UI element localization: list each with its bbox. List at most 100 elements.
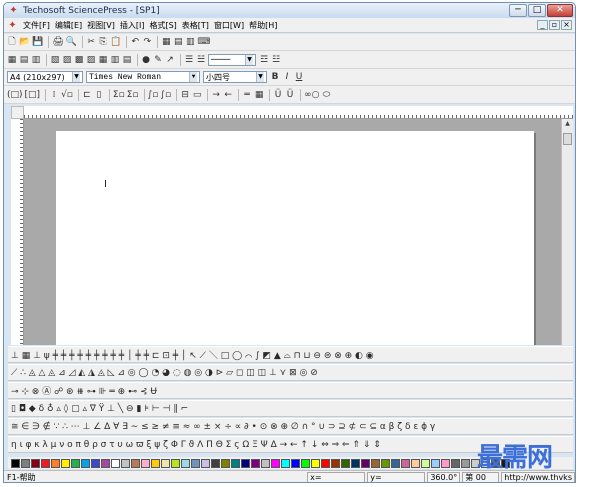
- superscript-icon[interactable]: ▯: [94, 89, 104, 101]
- pen-icon[interactable]: ✎: [153, 54, 163, 66]
- italic-button[interactable]: I: [282, 71, 292, 83]
- vertical-scrollbar[interactable]: ▲: [561, 119, 573, 345]
- sum-icon[interactable]: Σ▫: [113, 89, 125, 101]
- color-swatch[interactable]: [451, 458, 460, 468]
- color-swatch[interactable]: [221, 458, 230, 468]
- document-page[interactable]: I: [56, 131, 534, 345]
- align-center-icon[interactable]: ☳: [271, 54, 281, 66]
- print-icon[interactable]: 🖨: [52, 36, 63, 48]
- color-swatch[interactable]: [101, 458, 110, 468]
- color-swatch[interactable]: [211, 458, 220, 468]
- color-swatch[interactable]: [351, 458, 360, 468]
- copy-icon[interactable]: ⎘: [98, 36, 108, 48]
- arrow-icon[interactable]: ↗: [165, 54, 175, 66]
- menu-view[interactable]: 视图[V]: [87, 20, 115, 31]
- scroll-thumb[interactable]: [563, 133, 572, 145]
- scroll-up-icon[interactable]: ▲: [562, 119, 573, 129]
- color-swatch[interactable]: [41, 458, 50, 468]
- color-swatch[interactable]: [131, 458, 140, 468]
- menu-help[interactable]: 帮助[H]: [249, 20, 277, 31]
- text-align-icon[interactable]: ☰: [184, 54, 194, 66]
- minimize-button[interactable]: ─: [509, 4, 527, 17]
- color-swatch[interactable]: [151, 458, 160, 468]
- doc-minimize-button[interactable]: _: [537, 20, 548, 30]
- menu-table[interactable]: 表格[T]: [182, 20, 209, 31]
- box-icon[interactable]: ▭: [192, 89, 202, 101]
- subscript-icon[interactable]: ⊏: [82, 89, 92, 101]
- color-swatch[interactable]: [51, 458, 60, 468]
- menu-format[interactable]: 格式[S]: [149, 20, 176, 31]
- integral-limits-icon[interactable]: ∫▫: [160, 89, 171, 101]
- vertical-ruler[interactable]: [11, 119, 24, 345]
- indent-icon[interactable]: ☱: [196, 54, 206, 66]
- paper-size-select[interactable]: A4 (210x297) ▼: [7, 71, 83, 83]
- color-swatch[interactable]: [291, 458, 300, 468]
- color-swatch[interactable]: [231, 458, 240, 468]
- symbol-bar-shapes[interactable]: ⊥ ▦ ⊥ ψ ╪ ╪ ╪ ╪ ╪ ╪ ╪ ╪ ╪ │ ╪ ╪ ⊏ ⊡ ╪ │ …: [8, 346, 573, 363]
- color-swatch[interactable]: [301, 458, 310, 468]
- left-arrow-icon[interactable]: ←: [223, 89, 233, 101]
- fraction-icon[interactable]: ⁞: [49, 89, 59, 101]
- symbol-bar-geometry[interactable]: ⟋ ∴ ◬ △ ◬ ⊿ ◿ ◭ ◮ ◬ ◺ ⊿ ◎ ◯ ◔ ◕ ◌ ◍ ◎ ◑ …: [8, 364, 573, 381]
- umlaut-bar-icon[interactable]: Ü: [285, 89, 295, 101]
- align-icon[interactable]: ▤: [19, 54, 29, 66]
- border-icon[interactable]: ▦: [98, 54, 108, 66]
- open-icon[interactable]: 📂: [19, 36, 30, 48]
- document-icon[interactable]: ✦: [7, 20, 18, 31]
- color-swatch[interactable]: [311, 458, 320, 468]
- insert-table-icon[interactable]: ▦: [161, 36, 171, 48]
- menu-edit[interactable]: 编辑[E]: [55, 20, 82, 31]
- color-swatch[interactable]: [441, 458, 450, 468]
- color-swatch[interactable]: [71, 458, 80, 468]
- color-swatch[interactable]: [431, 458, 440, 468]
- keyboard-icon[interactable]: ⌨: [197, 36, 210, 48]
- color-swatch[interactable]: [241, 458, 250, 468]
- new-icon[interactable]: 🗋: [7, 36, 17, 48]
- redo-icon[interactable]: ↷: [142, 36, 152, 48]
- color-swatch[interactable]: [251, 458, 260, 468]
- color-swatch[interactable]: [341, 458, 350, 468]
- matrix-icon[interactable]: ⊟: [180, 89, 190, 101]
- symbol-bar-circuit[interactable]: ⊸ ⊹ ⊗ Ⓐ ☍ ⊛ ⧻ ⊶ ⊪ ═ ⊕ ⊷ ⊰ Ʉ: [8, 382, 573, 399]
- color-swatch[interactable]: [281, 458, 290, 468]
- color-swatch[interactable]: [321, 458, 330, 468]
- font-size-select[interactable]: 小四号 ▼: [203, 71, 267, 83]
- maximize-button[interactable]: □: [528, 4, 546, 17]
- cell-icon[interactable]: ▨: [62, 54, 72, 66]
- symbol-bar-math[interactable]: ≅ ∈ ∋ ∉ ∵ ∴ ⋯ ⊥ ∠ Δ ∀ ∃ ∼ ≤ ≥ ≠ ≡ ≈ ∞ ± …: [8, 418, 573, 435]
- color-swatch[interactable]: [171, 458, 180, 468]
- shade-icon[interactable]: ▥: [110, 54, 120, 66]
- color-swatch[interactable]: [381, 458, 390, 468]
- color-swatch[interactable]: [141, 458, 150, 468]
- table-icon[interactable]: ▧: [50, 54, 60, 66]
- ellipse-icon[interactable]: ⬭: [321, 89, 331, 101]
- columns-icon[interactable]: ▥: [185, 36, 195, 48]
- fill-icon[interactable]: ●: [141, 54, 151, 66]
- color-swatch[interactable]: [331, 458, 340, 468]
- right-arrow-icon[interactable]: →: [211, 89, 221, 101]
- bracket-icon[interactable]: [□]: [25, 89, 41, 101]
- color-swatch[interactable]: [361, 458, 370, 468]
- grid-icon[interactable]: ▦: [7, 54, 17, 66]
- insert-frame-icon[interactable]: ▤: [173, 36, 183, 48]
- color-swatch[interactable]: [261, 458, 270, 468]
- equals-icon[interactable]: ═: [242, 89, 252, 101]
- color-swatch[interactable]: [401, 458, 410, 468]
- menu-window[interactable]: 窗口[W]: [214, 20, 244, 31]
- paste-icon[interactable]: 📋: [110, 36, 121, 48]
- umlaut-icon[interactable]: Ü: [273, 89, 283, 101]
- color-swatch[interactable]: [411, 458, 420, 468]
- color-swatch[interactable]: [61, 458, 70, 468]
- bold-button[interactable]: B: [270, 71, 280, 83]
- menu-insert[interactable]: 插入[I]: [120, 20, 145, 31]
- color-swatch[interactable]: [91, 458, 100, 468]
- chain-icon[interactable]: ∞○: [304, 89, 319, 101]
- save-icon[interactable]: 💾: [32, 36, 43, 48]
- symbol-bar-chemistry[interactable]: ▯ ◘ ◆ δ ♁ ▵ ◊ ▢ ▵ ∇ Ÿ ⊥ ╲ ⊖ ▮ ⊧ ⊢ ⊣ ∥ ⌐: [8, 400, 573, 417]
- sqrt-icon[interactable]: √▫: [61, 89, 73, 101]
- color-swatch[interactable]: [11, 458, 20, 468]
- layout-icon[interactable]: ▤: [122, 54, 132, 66]
- horizontal-ruler[interactable]: [24, 106, 573, 119]
- color-swatch[interactable]: [271, 458, 280, 468]
- undo-icon[interactable]: ↶: [130, 36, 140, 48]
